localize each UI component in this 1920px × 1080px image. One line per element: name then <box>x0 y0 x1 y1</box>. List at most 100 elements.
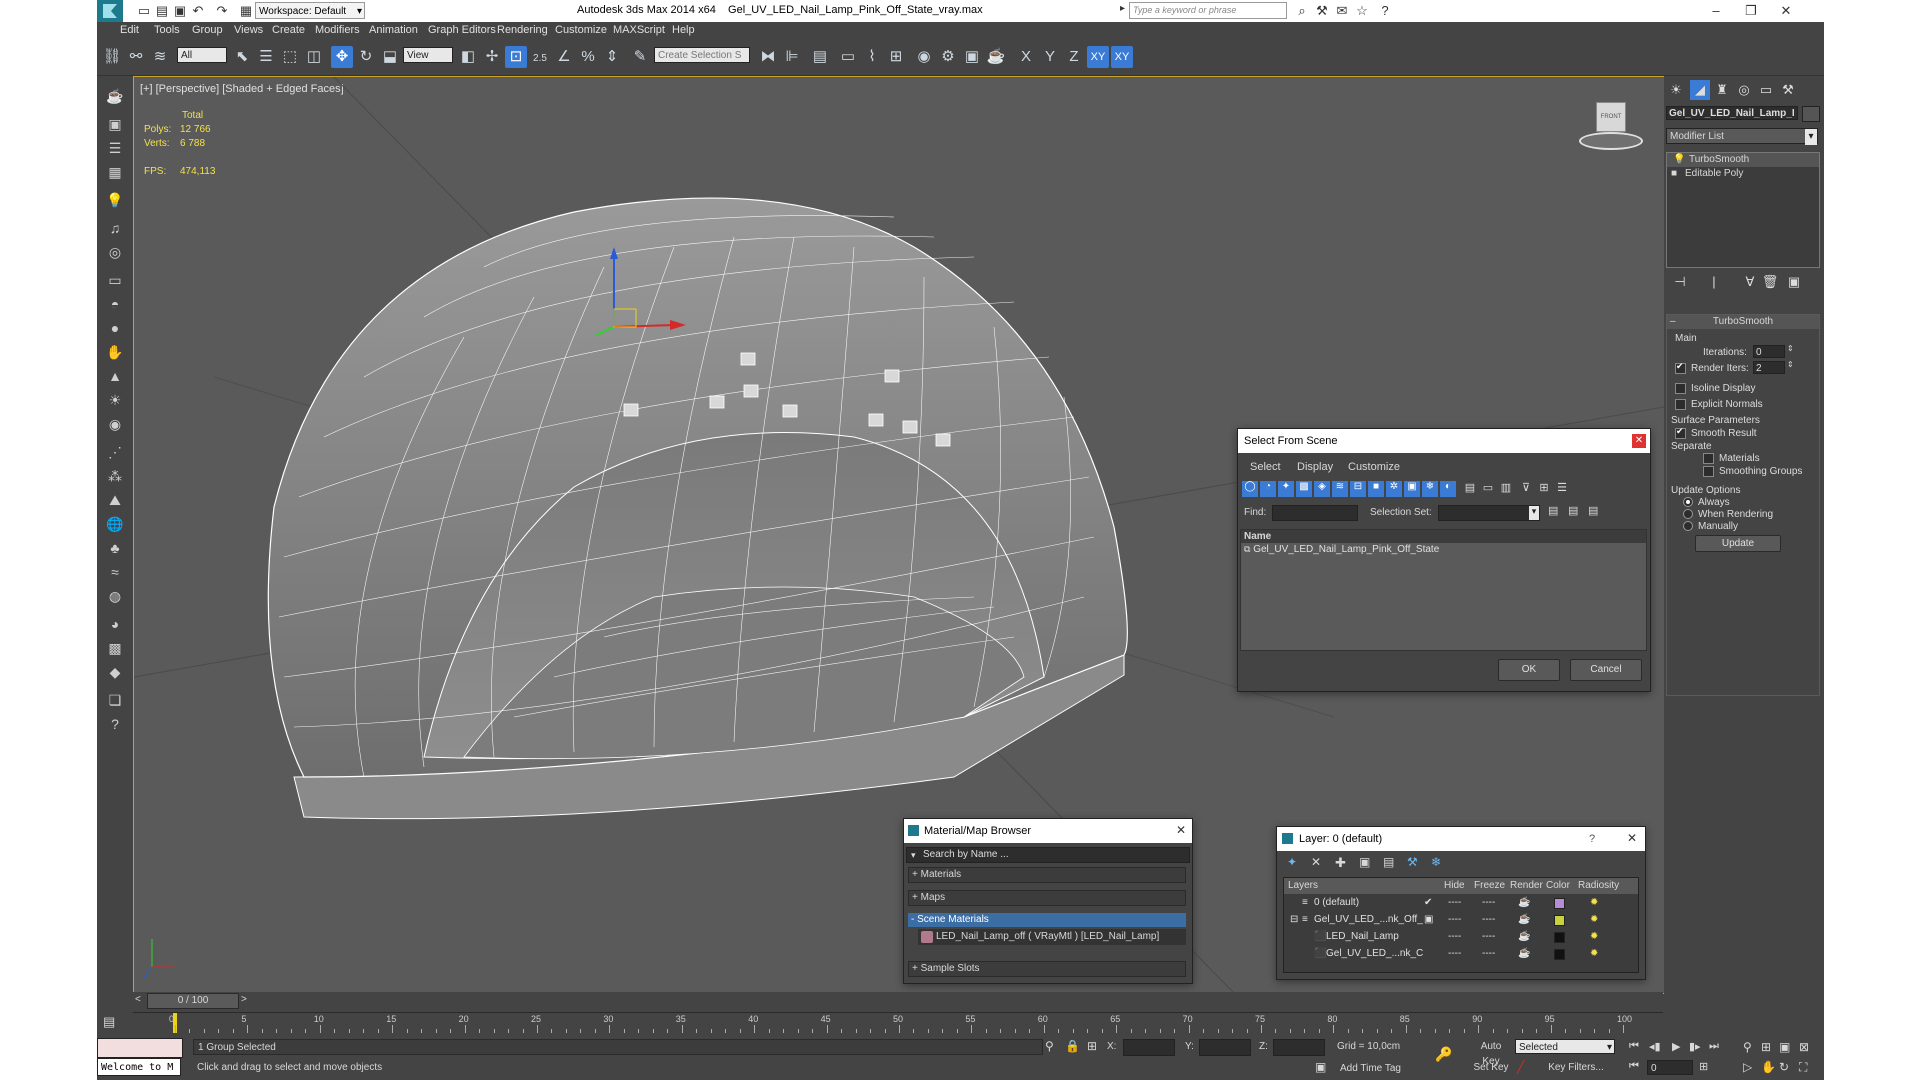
particles-icon[interactable]: ⁂ <box>105 466 125 486</box>
undo-icon[interactable]: ↶ <box>189 2 207 20</box>
menu-views[interactable]: Views <box>234 24 263 36</box>
freeze-toggle[interactable]: ---- <box>1482 894 1495 911</box>
axis-y-button[interactable]: Y <box>1039 46 1061 68</box>
viewcube[interactable]: FRONT <box>1574 97 1644 157</box>
plant-icon[interactable]: ♣ <box>105 538 125 558</box>
manually-row[interactable]: Manually <box>1683 521 1738 532</box>
menu-create[interactable]: Create <box>272 24 305 36</box>
align-icon[interactable]: ⊫ <box>781 46 803 68</box>
box-icon[interactable]: ▭ <box>105 270 125 290</box>
menu-animation[interactable]: Animation <box>369 24 418 36</box>
create-tab-icon[interactable]: ☀ <box>1666 80 1686 100</box>
next-frame-icon[interactable]: > <box>241 994 247 1005</box>
always-radio[interactable] <box>1683 497 1693 508</box>
maxscript-listener-field[interactable] <box>97 1038 183 1058</box>
workspace-dropdown[interactable]: Workspace: Default ▾ <box>255 2 365 19</box>
section-materials[interactable]: + Materials <box>908 867 1186 883</box>
select-objects-icon[interactable]: ▣ <box>1424 911 1433 928</box>
select-manipulate-icon[interactable]: ✢ <box>481 46 503 68</box>
maxscript-mini-field[interactable]: Welcome to M <box>97 1058 181 1076</box>
layer-color-swatch[interactable] <box>1554 915 1565 926</box>
scene-material-item[interactable]: LED_Nail_Lamp_off ( VRayMtl ) [LED_Nail_… <box>918 929 1186 945</box>
rect-selection-icon[interactable]: ⬚ <box>279 46 301 68</box>
calculator-icon[interactable]: ▦ <box>105 162 125 182</box>
move-icon[interactable]: ✥ <box>331 46 353 68</box>
trackbar-ruler[interactable]: 0 5 10 15 20 25 30 35 40 45 50 55 60 65 70 75 80 85 90 95 10… <box>133 1012 1663 1035</box>
column-color[interactable]: Color <box>1546 878 1570 894</box>
column-radiosity[interactable]: Radiosity <box>1578 878 1619 894</box>
iterations-input[interactable]: 0 <box>1753 345 1785 358</box>
project-folder-icon[interactable]: ▦ <box>237 2 255 20</box>
open-file-icon[interactable]: ▤ <box>153 2 171 20</box>
filter-helpers-icon[interactable]: ◈ <box>1314 481 1330 497</box>
column-header-name[interactable]: Name <box>1241 530 1646 543</box>
menu-maxscript[interactable]: MAXScript <box>613 24 665 36</box>
communication-icon[interactable]: ✉ <box>1333 2 1351 20</box>
pivot-center-icon[interactable]: ◧ <box>457 46 479 68</box>
add-to-layer-icon[interactable]: ✚ <box>1335 855 1346 871</box>
selection-mode-dropdown[interactable]: Selected ▾ <box>1515 1039 1615 1054</box>
graphite-ribbon-icon[interactable]: ▭ <box>837 46 859 68</box>
selection-set-dropdown[interactable]: ▾ <box>1438 505 1540 521</box>
hide-toggle[interactable]: ---- <box>1448 945 1461 962</box>
remove-modifier-icon[interactable]: 🗑 <box>1760 272 1780 292</box>
close-icon[interactable]: ✕ <box>1176 823 1186 837</box>
menu-group[interactable]: Group <box>192 24 223 36</box>
layers-icon[interactable]: ❏ <box>105 690 125 710</box>
hierarchy-tab-icon[interactable]: ♜ <box>1712 80 1732 100</box>
minimize-icon[interactable]: – <box>1707 2 1725 20</box>
menu-rendering[interactable]: Rendering <box>497 24 548 36</box>
hair-icon[interactable]: ≈ <box>105 562 125 582</box>
unlink-icon[interactable]: ⚯ <box>125 46 147 68</box>
spinner-icon[interactable]: ⇕ <box>1787 344 1794 353</box>
set-key-icon[interactable]: ╱ <box>1517 1060 1524 1074</box>
hide-toggle[interactable]: ---- <box>1448 928 1461 945</box>
vray-icon[interactable]: ◆ <box>105 662 125 682</box>
favorites-icon[interactable]: ☆ <box>1353 2 1371 20</box>
grid-icon[interactable]: ⋰ <box>105 442 125 462</box>
when-rendering-row[interactable]: When Rendering <box>1683 509 1773 520</box>
filter-groups-icon[interactable]: ⊟ <box>1350 481 1366 497</box>
lock-icon[interactable]: 🔒 <box>1065 1039 1080 1053</box>
menu-graph-editors[interactable]: Graph Editors <box>428 24 496 36</box>
render-iters-checkbox[interactable] <box>1675 361 1686 374</box>
save-set-icon[interactable]: ▤ <box>1548 504 1558 517</box>
find-input[interactable] <box>1272 505 1358 521</box>
filter-hidden-icon[interactable]: ◐ <box>1440 481 1456 497</box>
show-end-result-icon[interactable]: | <box>1704 272 1724 292</box>
help-icon[interactable]: ? <box>1376 2 1394 20</box>
pan-icon[interactable]: ✋ <box>1761 1060 1776 1074</box>
hide-all-icon[interactable]: ⚒ <box>1407 855 1418 869</box>
key-mode-icon[interactable]: ⏮ <box>1629 1060 1639 1073</box>
radiosity-icon[interactable]: ✹ <box>1590 894 1598 911</box>
time-tag-icon[interactable]: ▣ <box>1315 1060 1326 1074</box>
menu-select[interactable]: Select <box>1250 461 1281 473</box>
go-to-end-icon[interactable]: ⏭ <box>1709 1040 1719 1053</box>
hand-icon[interactable]: ✋ <box>105 342 125 362</box>
next-key-icon[interactable]: ▮▸ <box>1689 1040 1701 1053</box>
hide-toggle[interactable]: ---- <box>1448 911 1461 928</box>
update-button[interactable]: Update <box>1695 535 1781 552</box>
filter-geometry-icon[interactable]: ◯ <box>1242 481 1258 497</box>
time-config-icon[interactable]: ⊞ <box>1699 1060 1708 1073</box>
render-teapot-icon[interactable]: ☕ <box>1518 928 1530 945</box>
axis-xy-cycle-button[interactable]: XY <box>1111 46 1133 68</box>
close-icon[interactable]: ✕ <box>1627 831 1637 845</box>
spinner-snap-icon[interactable]: ⇕ <box>601 46 623 68</box>
question-icon[interactable]: ? <box>105 714 125 734</box>
active-layer-check-icon[interactable]: ✔ <box>1424 894 1432 911</box>
display-children-icon[interactable]: ☰ <box>1554 481 1570 497</box>
schematic-view-icon[interactable]: ⊞ <box>885 46 907 68</box>
filter-spacewarps-icon[interactable]: ≋ <box>1332 481 1348 497</box>
new-file-icon[interactable]: ▭ <box>135 2 153 20</box>
radiosity-icon[interactable]: ✹ <box>1590 945 1598 962</box>
close-icon[interactable]: ✕ <box>1632 434 1646 448</box>
prev-frame-icon[interactable]: < <box>135 994 141 1005</box>
menu-customize[interactable]: Customize <box>1348 461 1400 473</box>
freeze-all-icon[interactable]: ❄ <box>1431 855 1441 869</box>
stack-item-turbosmooth[interactable]: 💡 TurboSmooth <box>1667 153 1819 167</box>
camera-icon[interactable]: ▩ <box>105 638 125 658</box>
menu-edit[interactable]: Edit <box>120 24 139 36</box>
select-none-icon[interactable]: ▭ <box>1480 481 1496 497</box>
render-teapot-icon[interactable]: ☕ <box>1518 894 1530 911</box>
